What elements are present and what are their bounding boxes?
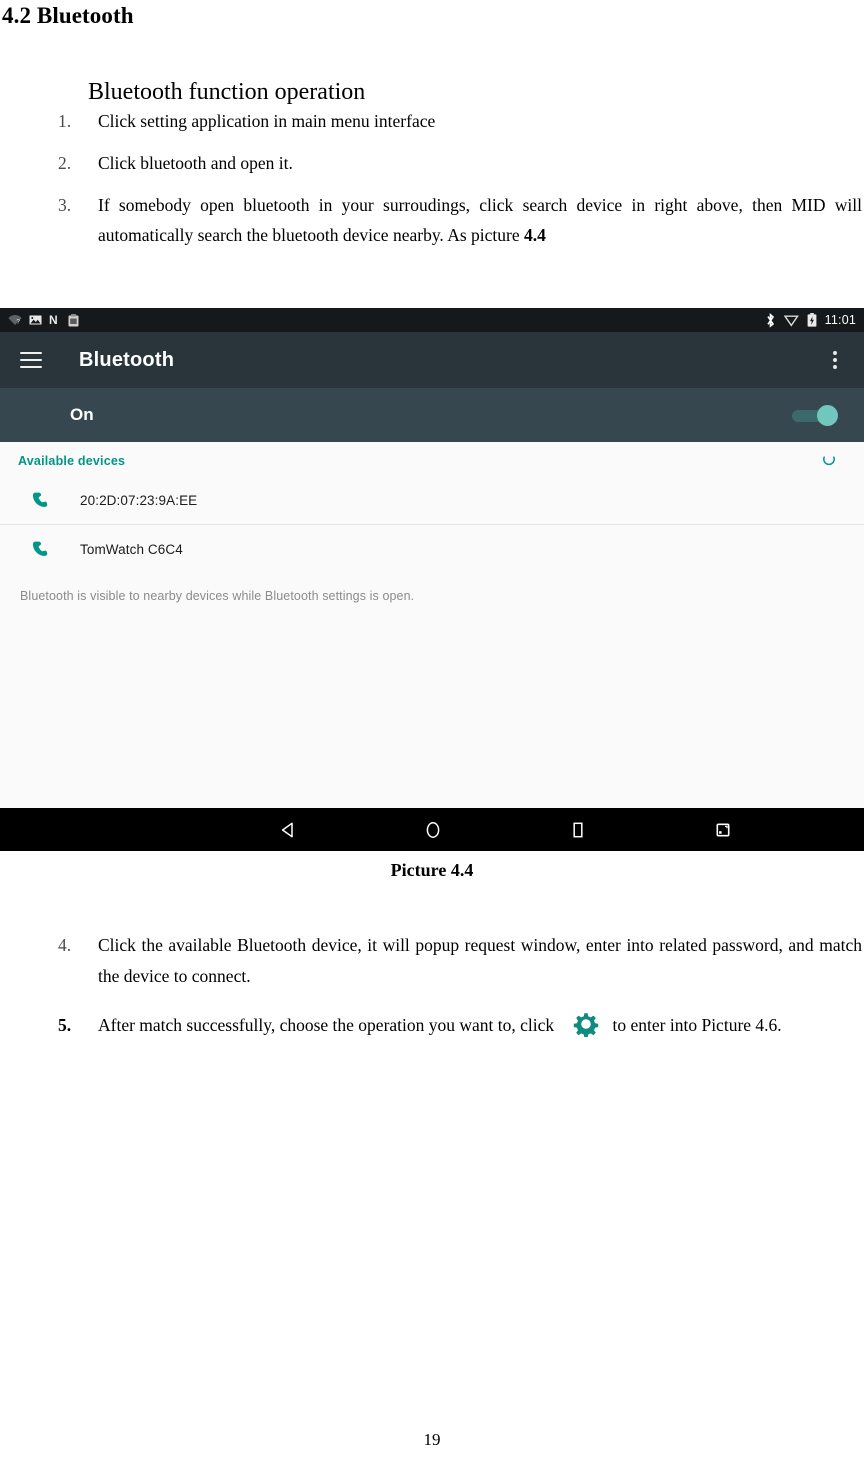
overflow-menu-icon[interactable]: [824, 349, 846, 371]
screenshot-button[interactable]: [650, 820, 795, 840]
document-body: 4.2 Bluetooth Bluetooth function operati…: [0, 0, 864, 262]
status-bar: ? N 11:01: [0, 308, 864, 332]
list-item-number: 2.: [58, 153, 72, 173]
phone-icon: [28, 488, 52, 512]
visibility-hint: Bluetooth is visible to nearby devices w…: [20, 589, 415, 603]
svg-text:?: ?: [16, 319, 20, 326]
refresh-icon[interactable]: [820, 452, 838, 470]
gear-icon: [573, 1011, 599, 1038]
list-item-number: 3.: [58, 195, 72, 215]
steps-list-top: 1. Click setting application in main men…: [0, 106, 864, 250]
list-item-text-bold: 4.4: [524, 225, 546, 245]
list-item-number: 1.: [58, 111, 72, 131]
hamburger-icon[interactable]: [20, 352, 42, 368]
list-item-number: 4.: [58, 935, 72, 955]
list-item-text-before: After match successfully, choose the ope…: [98, 1015, 559, 1035]
page-title: 4.2 Bluetooth: [2, 3, 134, 28]
signal-triangle-icon: [783, 314, 799, 327]
photo-icon: [29, 314, 42, 326]
list-item-number: 5.: [58, 1015, 72, 1035]
list-item-text: Click the available Bluetooth device, it…: [98, 935, 862, 986]
list-item-text: Click setting application in main menu i…: [98, 111, 436, 131]
steps-list-bottom: 4. Click the available Bluetooth device,…: [0, 930, 864, 1059]
table-row[interactable]: 20:2D:07:23:9A:EE: [0, 476, 864, 524]
list-item: 5. After match successfully, choose the …: [0, 1010, 864, 1041]
back-button[interactable]: [215, 820, 360, 840]
switch-thumb: [817, 404, 838, 426]
bluetooth-toggle-switch[interactable]: [792, 404, 838, 426]
figure-caption: Picture 4.4: [390, 860, 474, 880]
list-item: 4. Click the available Bluetooth device,…: [0, 930, 864, 992]
android-n-icon: N: [49, 314, 61, 326]
bluetooth-toggle-label: On: [70, 405, 94, 424]
recents-button[interactable]: [505, 819, 650, 841]
battery-charging-icon: [807, 313, 817, 327]
available-devices-label: Available devices: [18, 454, 126, 468]
clipboard-icon: [68, 313, 79, 327]
available-devices-section: Available devices 20:2D:07:23:9A:EE TomW…: [0, 442, 864, 603]
android-nav-bar: [0, 808, 864, 851]
device-name: 20:2D:07:23:9A:EE: [80, 492, 198, 508]
list-item-text-after: to enter into Picture 4.6.: [612, 1015, 782, 1035]
list-item: 1. Click setting application in main men…: [0, 106, 864, 136]
page-number: 19: [423, 1430, 441, 1449]
status-bar-right-icons: 11:01: [765, 312, 856, 328]
table-row[interactable]: TomWatch C6C4: [0, 524, 864, 573]
section-header: Available devices: [0, 442, 864, 476]
device-name: TomWatch C6C4: [80, 541, 183, 557]
app-toolbar: Bluetooth: [0, 332, 864, 388]
status-bar-clock: 11:01: [824, 313, 856, 327]
wifi-question-icon: ?: [8, 314, 22, 326]
toolbar-title: Bluetooth: [79, 348, 175, 371]
list-item-text: If somebody open bluetooth in your surro…: [98, 195, 862, 245]
list-item-text: Click bluetooth and open it.: [98, 153, 293, 173]
android-screenshot-figure: ? N 11:01 Bluetooth On Available devices…: [0, 308, 864, 851]
status-bar-left-icons: ? N: [8, 313, 79, 327]
phone-icon: [28, 537, 52, 561]
bluetooth-icon: [765, 312, 776, 328]
list-item: 3. If somebody open bluetooth in your su…: [0, 190, 864, 250]
bluetooth-toggle-row[interactable]: On: [0, 388, 864, 442]
list-item: 2. Click bluetooth and open it.: [0, 148, 864, 178]
home-button[interactable]: [360, 819, 505, 841]
svg-text:N: N: [49, 314, 58, 326]
section-subheading: Bluetooth function operation: [88, 79, 366, 105]
